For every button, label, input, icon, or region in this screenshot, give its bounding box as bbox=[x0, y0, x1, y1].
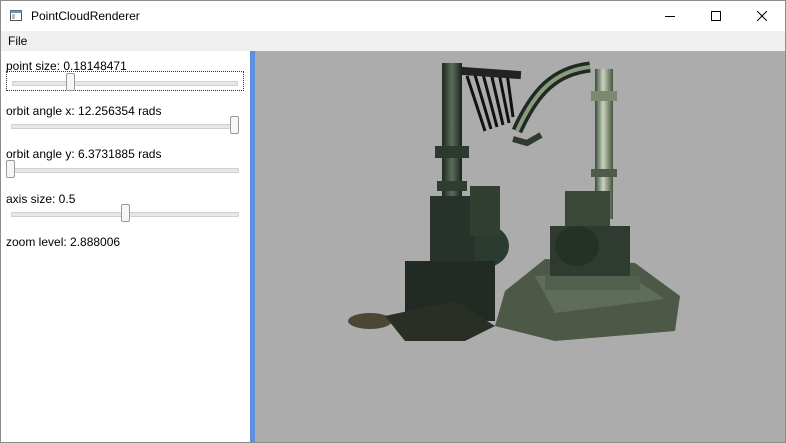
minimize-icon bbox=[665, 16, 675, 17]
close-button[interactable] bbox=[739, 1, 785, 31]
orbit-x-slider[interactable] bbox=[6, 115, 244, 135]
point-cloud-viewport[interactable] bbox=[255, 51, 785, 442]
zoom-level-label: zoom level: 2.888006 bbox=[6, 235, 121, 249]
slider-track bbox=[12, 81, 238, 86]
maximize-icon bbox=[711, 11, 721, 21]
maximize-button[interactable] bbox=[693, 1, 739, 31]
title-bar[interactable]: PointCloudRenderer bbox=[1, 1, 785, 31]
slider-thumb[interactable] bbox=[230, 116, 240, 134]
close-icon bbox=[757, 11, 767, 21]
point-size-slider[interactable] bbox=[6, 71, 244, 91]
menu-file[interactable]: File bbox=[8, 34, 27, 48]
window-title: PointCloudRenderer bbox=[31, 9, 140, 23]
axis-size-slider[interactable] bbox=[6, 203, 244, 223]
menu-bar: File bbox=[1, 31, 785, 51]
app-icon bbox=[10, 10, 22, 21]
slider-thumb[interactable] bbox=[66, 73, 76, 91]
controls-panel: point size: 0.18148471 orbit angle x: 12… bbox=[1, 51, 250, 442]
slider-track bbox=[11, 168, 239, 173]
app-window: PointCloudRenderer File point size: 0.18… bbox=[0, 0, 786, 443]
point-cloud-render bbox=[348, 61, 680, 341]
slider-thumb[interactable] bbox=[120, 204, 130, 222]
grate-structure bbox=[465, 72, 515, 132]
slider-thumb[interactable] bbox=[6, 160, 15, 178]
orbit-y-slider[interactable] bbox=[6, 159, 244, 179]
arch-pipe bbox=[511, 61, 591, 134]
minimize-button[interactable] bbox=[647, 1, 693, 31]
slider-track bbox=[11, 124, 239, 129]
